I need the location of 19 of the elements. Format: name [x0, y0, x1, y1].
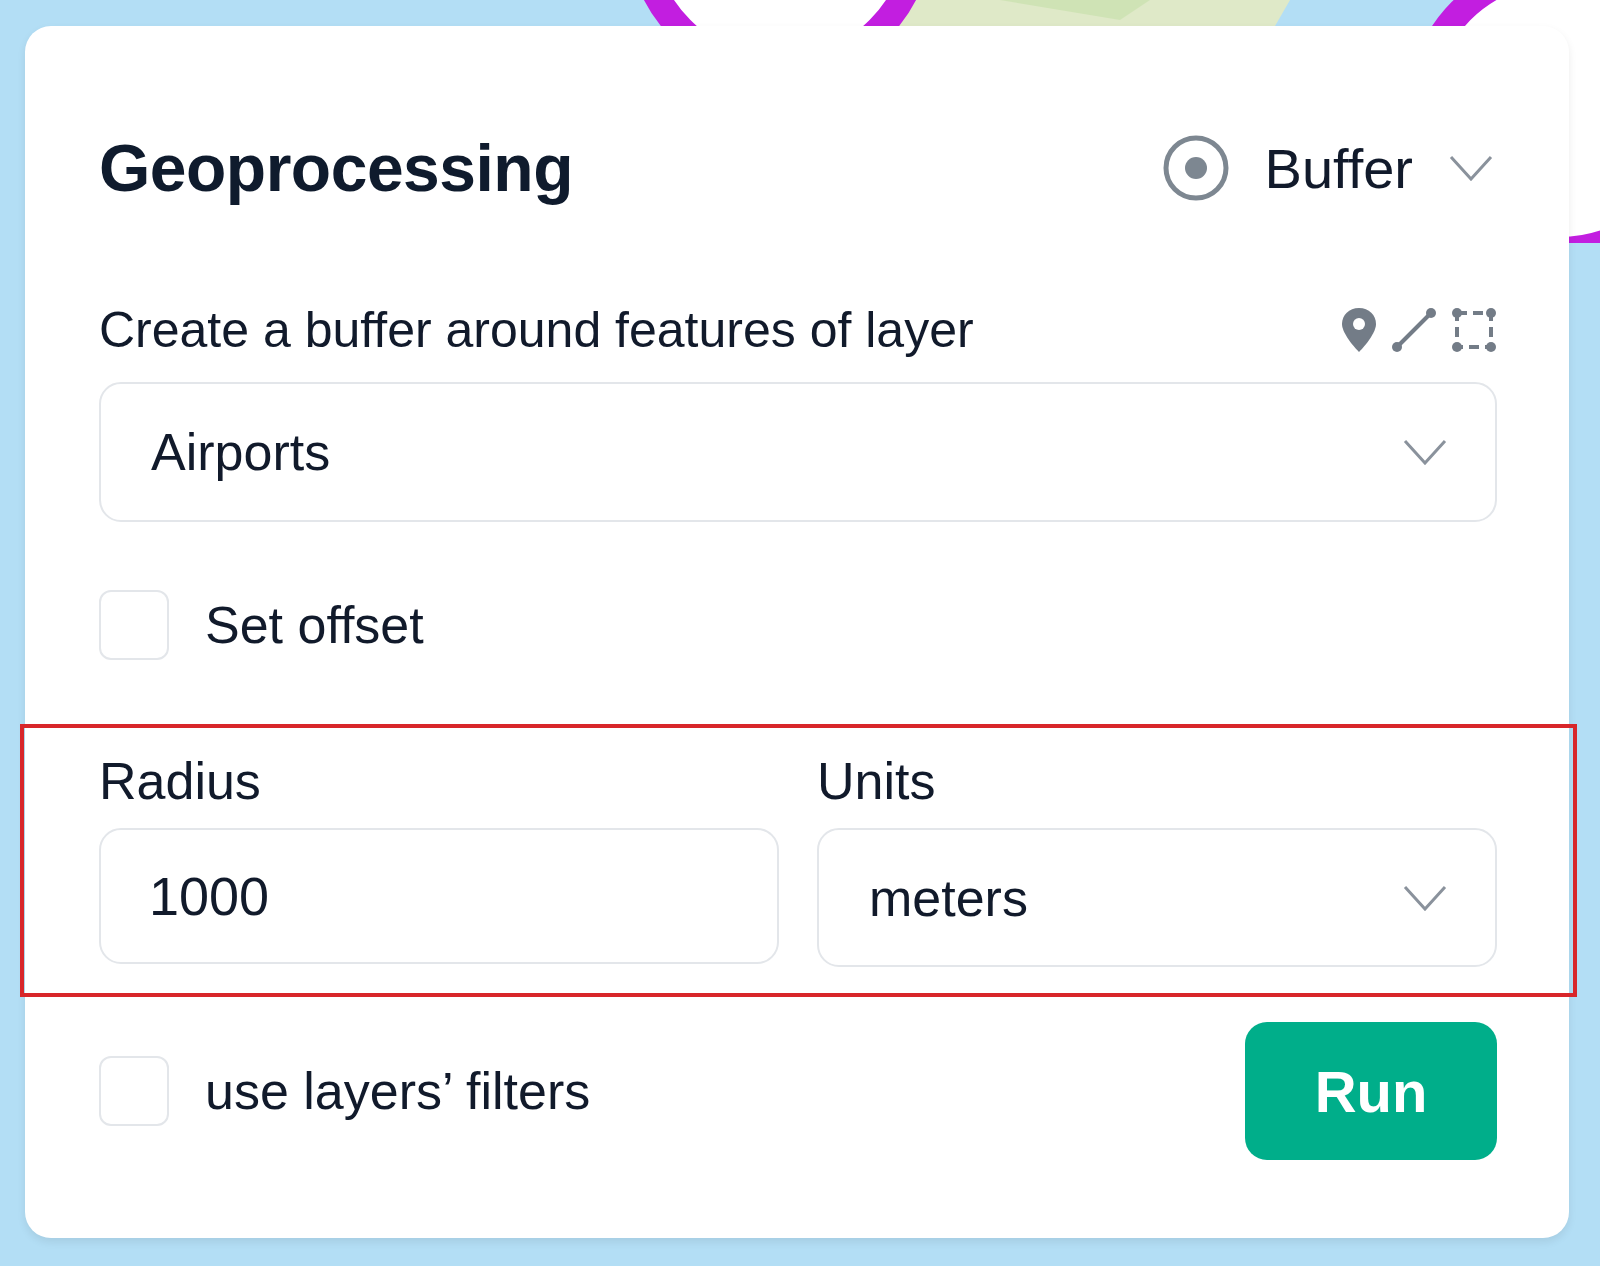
chevron-down-icon: [1403, 884, 1447, 911]
field-label: Radius: [99, 752, 262, 810]
field-label: Units: [817, 752, 937, 810]
checkbox-label: Set offset: [205, 595, 424, 655]
chevron-down-icon: [1403, 439, 1447, 465]
dropdown[interactable]: meters: [817, 828, 1497, 967]
panel-title: Geoprocessing: [99, 130, 573, 206]
line-icon[interactable]: [1391, 307, 1437, 353]
map-pin-icon[interactable]: [1341, 307, 1377, 353]
chevron-down-icon: [1449, 155, 1493, 181]
checkbox-label: use layers’ filters: [205, 1061, 591, 1121]
layer-prompt: Create a buffer around features of layer: [99, 301, 974, 359]
tool-select[interactable]: Buffer: [1162, 135, 1497, 201]
checkbox[interactable]: [99, 1056, 169, 1126]
radius-field[interactable]: 1000: [99, 828, 779, 964]
dropdown[interactable]: Airports: [99, 382, 1497, 522]
polygon-icon[interactable]: [1451, 307, 1497, 353]
checkbox[interactable]: [99, 590, 169, 660]
radio-icon: [1162, 135, 1229, 201]
